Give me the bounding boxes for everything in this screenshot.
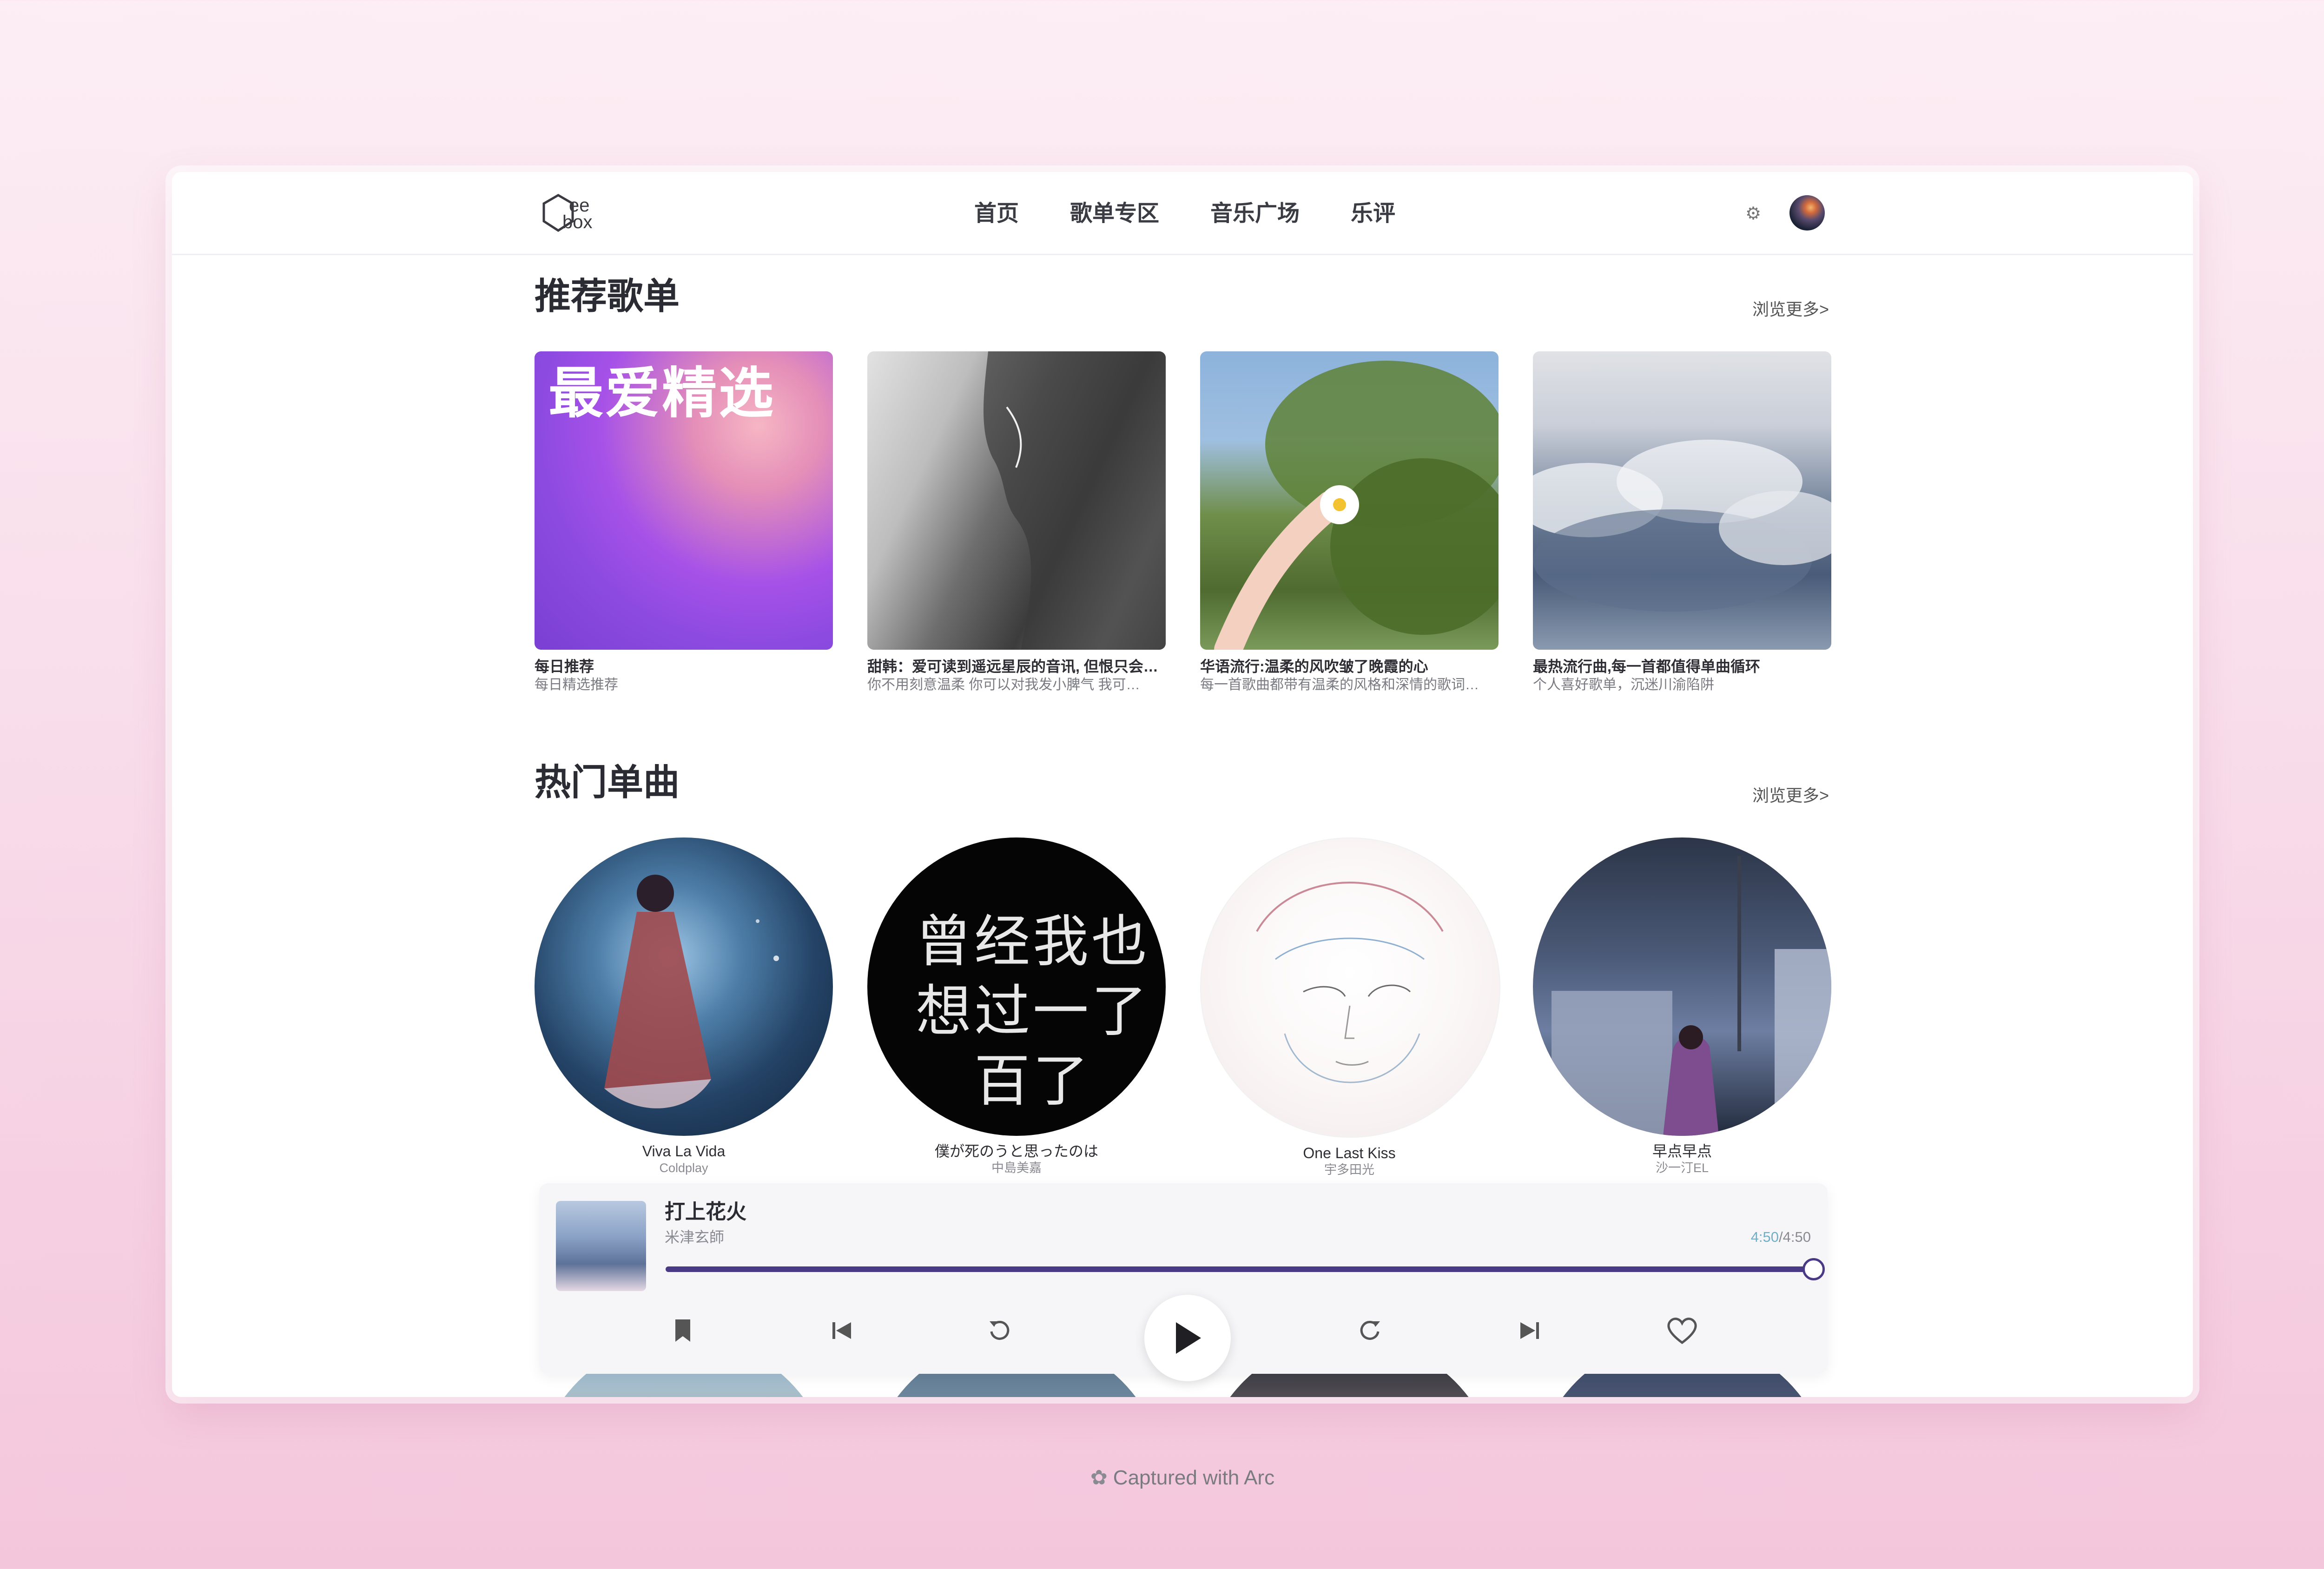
anime-girl-illustration [604,875,779,1108]
progress-bar[interactable] [666,1258,1825,1280]
playlist-card[interactable]: 华语流行:温柔的风吹皱了晚霞的心 每一首歌曲都带有温柔的风格和深情的歌词… [1200,351,1499,694]
recommended-section-title: 推荐歌单 [535,276,680,316]
playlist-subtitle: 每日精选推荐 [535,677,618,692]
playlist-cover[interactable] [867,351,1166,650]
playlist-subtitle: 每一首歌曲都带有温柔的风格和深情的歌词… [1200,677,1479,692]
avatar[interactable] [1789,195,1825,231]
sketch-face-illustration [1256,882,1444,1083]
single-title[interactable]: Viva La Vida [535,1142,833,1160]
rewind-icon[interactable] [984,1314,1016,1347]
playlist-subtitle: 你不用刻意温柔 你可以对我发小脾气 我可… [867,677,1140,692]
play-icon [1176,1322,1201,1354]
footer-caption: ✿ Captured with Arc [0,1464,2324,1492]
playlist-cover[interactable] [1533,351,1831,650]
single-cover[interactable]: 曾经我也 想过一了百了 [867,837,1166,1136]
tree-flower-illustration [1214,361,1499,650]
portrait-illustration [984,351,1166,650]
playlist-cover[interactable]: 最爱精选 [535,351,833,650]
single-artist[interactable]: Coldplay [535,1160,833,1176]
top-navbar: ee box 首页 歌单专区 音乐广场 乐评 ⚙ [172,172,2193,255]
single-cover[interactable] [535,837,833,1136]
single-artist[interactable]: 中島美嘉 [867,1160,1166,1176]
single-title[interactable]: 僕が死のうと思ったのは [867,1142,1166,1160]
single-cover[interactable] [1200,837,1500,1138]
nav-music-square[interactable]: 音乐广场 [1210,201,1300,227]
cover-text: 最爱精选 [548,363,776,424]
total-time: 4:50 [1783,1229,1811,1245]
hot-more-link[interactable]: 浏览更多> [1752,786,1829,805]
browser-window: ee box 首页 歌单专区 音乐广场 乐评 ⚙ 推荐歌单 浏览更多> 最爱精选… [172,172,2193,1397]
time-separator: / [1779,1229,1783,1245]
playlist-title[interactable]: 每日推荐 [535,657,833,676]
nav-home[interactable]: 首页 [974,201,1019,227]
nav-playlists[interactable]: 歌单专区 [1070,201,1159,227]
progress-knob[interactable] [1802,1258,1825,1280]
playlist-cover[interactable] [1200,351,1499,650]
gear-icon[interactable]: ⚙ [1744,204,1763,223]
play-button[interactable] [1144,1295,1231,1381]
single-item[interactable]: One Last Kiss 宇多田光 [1200,837,1500,1178]
playlist-card[interactable]: 最热流行曲,每一首都值得单曲循环 个人喜好歌单，沉迷川渝陷阱 [1533,351,1831,694]
playlist-title[interactable]: 最热流行曲,每一首都值得单曲循环 [1533,657,1831,676]
single-artist[interactable]: 沙一汀EL [1533,1160,1831,1176]
previous-track-icon[interactable] [825,1314,858,1347]
heart-icon[interactable] [1666,1314,1698,1347]
progress-fill [666,1266,1814,1272]
playlist-title[interactable]: 甜韩：爱可读到遥远星辰的音讯, 但恨只会… [867,657,1166,676]
single-artist[interactable]: 宇多田光 [1200,1162,1499,1178]
cover-calligraphy: 曾经我也 想过一了百了 [916,910,1150,1114]
single-title[interactable]: 早点早点 [1533,1142,1831,1160]
playlist-card[interactable]: 甜韩：爱可读到遥远星辰的音讯, 但恨只会… 你不用刻意温柔 你可以对我发小脾气 … [867,351,1166,694]
main-nav: 首页 歌单专区 音乐广场 乐评 [974,201,1446,227]
forward-icon[interactable] [1353,1314,1386,1347]
city-night-illustration [1552,856,1831,1136]
single-item[interactable]: 早点早点 沙一汀EL [1533,837,1831,1176]
arc-logo-icon: ✿ [1090,1466,1108,1489]
playlist-card[interactable]: 最爱精选 每日推荐 每日精选推荐 [535,351,833,694]
current-time: 4:50 [1750,1229,1779,1245]
playlist-title[interactable]: 华语流行:温柔的风吹皱了晚霞的心 [1200,657,1499,676]
single-item[interactable]: 曾经我也 想过一了百了 僕が死のうと思ったのは 中島美嘉 [867,837,1166,1176]
recommended-more-link[interactable]: 浏览更多> [1752,300,1829,319]
now-playing-artist: 米津玄師 [665,1229,725,1246]
single-cover[interactable] [1533,837,1831,1136]
playlist-subtitle: 个人喜好歌单，沉迷川渝陷阱 [1533,677,1714,692]
clouds-illustration [1533,440,1831,612]
next-track-icon[interactable] [1513,1314,1546,1347]
hot-section-title: 热门单曲 [535,762,680,803]
single-item[interactable]: Viva La Vida Coldplay [535,837,833,1176]
logo-text-bottom: box [562,212,593,232]
footer-text: Captured with Arc [1113,1466,1275,1489]
now-playing-cover[interactable] [556,1201,646,1291]
single-title[interactable]: One Last Kiss [1200,1144,1499,1162]
nav-reviews[interactable]: 乐评 [1351,201,1395,227]
music-player: 打上花火 米津玄師 4:50/4:50 [539,1183,1828,1381]
now-playing-title: 打上花火 [665,1200,746,1223]
bookmark-icon[interactable] [667,1314,699,1347]
beebox-logo[interactable]: ee box [542,192,616,234]
playback-time: 4:50/4:50 [1751,1228,1811,1246]
